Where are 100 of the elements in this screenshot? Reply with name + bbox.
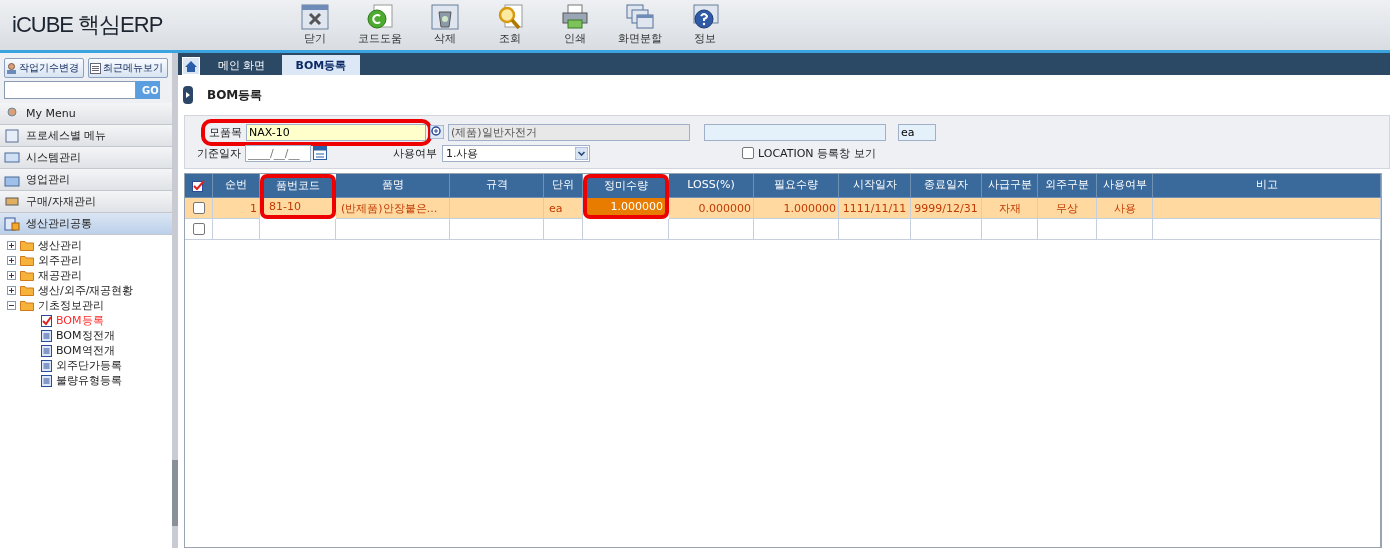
- menu-icon: [4, 150, 20, 165]
- row-checkbox[interactable]: [192, 223, 205, 235]
- trash-icon: [430, 4, 459, 30]
- close-icon: [300, 4, 329, 30]
- toolbar-button[interactable]: 코드도움: [347, 2, 412, 48]
- person-icon: [6, 62, 17, 74]
- tree-item[interactable]: BOM정전개: [7, 328, 172, 343]
- tree-item[interactable]: BOM역전개: [7, 343, 172, 358]
- column-header[interactable]: 외주구분: [1038, 174, 1097, 198]
- column-header[interactable]: 비고: [1153, 174, 1381, 198]
- column-header[interactable]: 사용여부: [1097, 174, 1153, 198]
- calendar-icon[interactable]: [313, 146, 327, 160]
- menu-header[interactable]: 영업관리: [0, 169, 172, 191]
- expander-icon: [7, 286, 16, 295]
- menu-header[interactable]: 시스템관리: [0, 147, 172, 169]
- row-checkbox[interactable]: [192, 202, 205, 214]
- logo: iCUBE 핵심ERP: [11, 11, 164, 39]
- tree-item[interactable]: 기초정보관리: [7, 298, 172, 313]
- bullet-icon: [183, 86, 193, 104]
- dropdown-icon: [575, 146, 588, 160]
- expander-icon: [7, 256, 16, 265]
- spec-field[interactable]: [704, 123, 886, 141]
- column-header[interactable]: LOSS(%): [669, 174, 754, 198]
- tree-item[interactable]: 외주단가등록: [7, 358, 172, 373]
- c-circle-icon: [365, 4, 394, 30]
- tree-item[interactable]: BOM등록: [7, 313, 172, 328]
- column-header[interactable]: 규격: [450, 174, 544, 198]
- splitter-handle[interactable]: [172, 460, 178, 526]
- checkbox-label: LOCATION 등록창 보기: [758, 145, 876, 161]
- folder-icon: [20, 255, 34, 266]
- tree-item[interactable]: 재공관리: [7, 268, 172, 283]
- table-cell: 0.000000: [669, 198, 754, 219]
- toolbar-button[interactable]: 닫기: [282, 2, 347, 48]
- column-header[interactable]: 품명: [336, 174, 450, 198]
- sidebar-button[interactable]: 작업기수변경: [4, 58, 84, 78]
- table-cell: [839, 219, 911, 240]
- table-cell: 무상: [1038, 198, 1097, 219]
- home-icon: [185, 60, 197, 72]
- column-header[interactable]: 순번: [213, 174, 260, 198]
- toolbar-button[interactable]: 정보: [672, 2, 737, 48]
- menu-icon: [4, 194, 20, 209]
- parent-item-field[interactable]: NAX-10: [246, 123, 426, 141]
- field-label: 모품목: [209, 124, 242, 140]
- home-button[interactable]: [182, 57, 200, 75]
- table-cell: [1097, 219, 1153, 240]
- table-cell: [544, 219, 583, 240]
- tree-item[interactable]: 생산/외주/재공현황: [7, 283, 172, 298]
- tree-item[interactable]: 불량유형등록: [7, 373, 172, 388]
- menu-header[interactable]: 프로세스별 메뉴: [0, 125, 172, 147]
- table-cell: 사용: [1097, 198, 1153, 219]
- toolbar-button[interactable]: 조회: [477, 2, 542, 48]
- folder-icon: [20, 285, 34, 296]
- column-header[interactable]: 정미수량: [583, 174, 669, 198]
- check-all-icon[interactable]: [192, 179, 205, 192]
- table-cell: [911, 219, 982, 240]
- tree-item[interactable]: 외주관리: [7, 253, 172, 268]
- page-icon: [41, 329, 52, 342]
- table-cell: 1111/11/11: [839, 198, 911, 219]
- unit-field[interactable]: ea: [898, 123, 936, 141]
- checked-page-icon: [41, 314, 52, 327]
- table-cell: 1.000000: [754, 198, 839, 219]
- table-cell: 1.000000: [583, 198, 669, 219]
- menu-header[interactable]: 구매/자재관리: [0, 191, 172, 213]
- menu-header[interactable]: My Menu: [0, 103, 172, 125]
- expander-icon: [7, 271, 16, 280]
- list-icon: [90, 62, 101, 74]
- table-cell: 자재: [982, 198, 1038, 219]
- toolbar-button[interactable]: 화면분할: [607, 2, 672, 48]
- tab[interactable]: 메인 화면: [204, 55, 280, 75]
- field-label: 사용여부: [393, 145, 437, 161]
- column-header[interactable]: 단위: [544, 174, 583, 198]
- column-header[interactable]: 종료일자: [911, 174, 982, 198]
- checkbox[interactable]: [742, 147, 754, 159]
- menu-icon: [4, 216, 20, 231]
- windows-icon: [625, 4, 654, 30]
- expander-icon: [7, 241, 16, 250]
- menu-header[interactable]: 생산관리공통: [0, 213, 172, 235]
- search-field[interactable]: [4, 81, 136, 99]
- use-select[interactable]: 1.사용: [442, 144, 590, 162]
- folder-icon: [20, 240, 34, 251]
- page-icon: [41, 359, 52, 372]
- table-cell: [982, 219, 1038, 240]
- table-cell: 1: [213, 198, 260, 219]
- toolbar-button[interactable]: 인쇄: [542, 2, 607, 48]
- column-header[interactable]: 시작일자: [839, 174, 911, 198]
- table-cell: (반제품)안장붙은…: [336, 198, 450, 219]
- printer-icon: [560, 4, 589, 30]
- folder-icon: [20, 270, 34, 281]
- tree-item[interactable]: 생산관리: [7, 238, 172, 253]
- table-cell: [1038, 219, 1097, 240]
- item-name-field[interactable]: (제품)일반자전거: [448, 123, 690, 141]
- page-title: BOM등록: [207, 86, 263, 104]
- column-header[interactable]: 필요수량: [754, 174, 839, 198]
- table-cell: 81-10: [260, 198, 336, 219]
- column-header[interactable]: 사급구분: [982, 174, 1038, 198]
- sidebar-button[interactable]: 최근메뉴보기: [88, 58, 168, 78]
- tab[interactable]: BOM등록: [281, 55, 361, 75]
- column-header[interactable]: 품번코드: [260, 174, 336, 198]
- toolbar-button[interactable]: 삭제: [412, 2, 477, 48]
- help-icon: [690, 4, 719, 30]
